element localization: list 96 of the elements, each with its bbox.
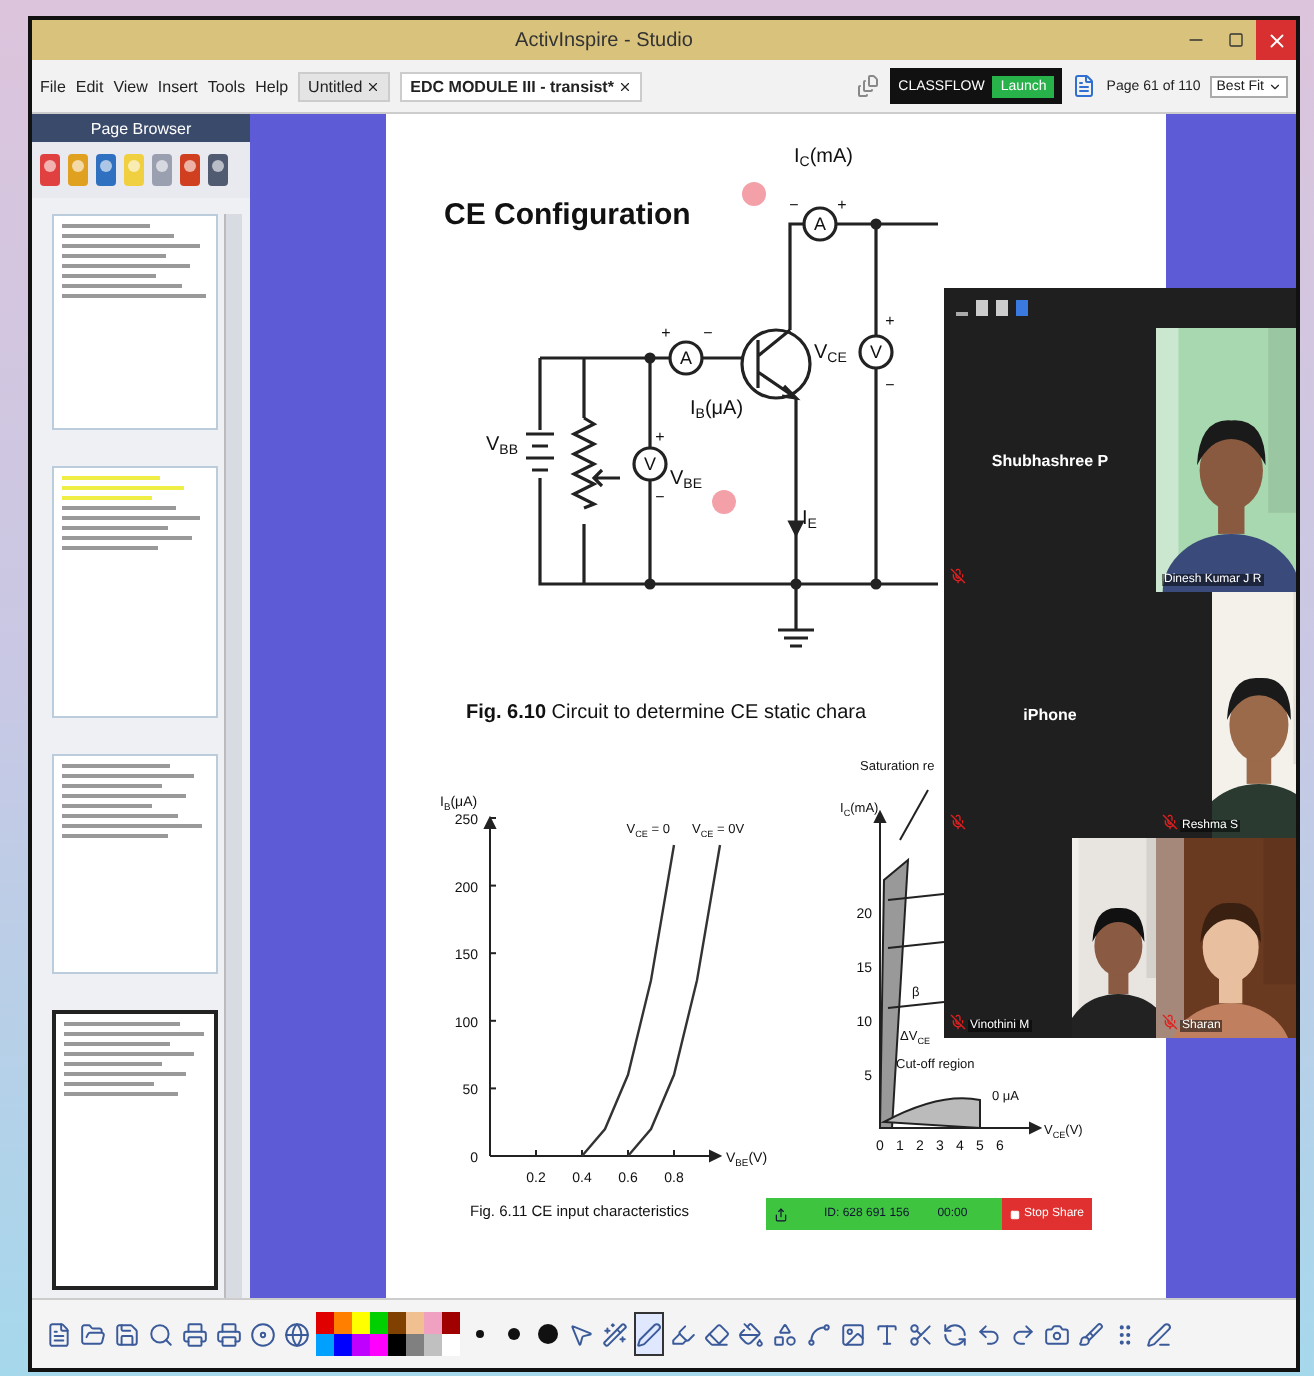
pointer-dot	[712, 490, 736, 514]
menu-item[interactable]: Insert	[157, 77, 198, 95]
pages-icon	[856, 74, 881, 98]
browser-tab-icon[interactable]	[178, 148, 202, 192]
meter-symbol: A	[680, 348, 692, 368]
circuit-label: V$_{BB}$	[486, 434, 519, 458]
polarity-sign: +	[661, 324, 671, 342]
scissors-icon	[908, 1321, 934, 1347]
printer-icon	[216, 1321, 242, 1347]
color-swatch[interactable]	[370, 1334, 388, 1356]
color-swatch[interactable]	[388, 1334, 406, 1356]
color-swatch[interactable]	[370, 1312, 388, 1334]
browser-tab-icon[interactable]	[38, 148, 62, 192]
circuit-label: I$_{E}$	[802, 508, 817, 532]
image-icon	[840, 1321, 866, 1347]
polarity-sign: +	[885, 312, 895, 330]
leader-line	[899, 789, 929, 841]
scrollbar[interactable]	[224, 214, 242, 1298]
wand-icon	[602, 1321, 628, 1347]
tool-button[interactable]	[634, 1312, 664, 1356]
polarity-sign: +	[655, 428, 665, 446]
close-button[interactable]	[1256, 20, 1296, 60]
menu-item[interactable]: Tools	[207, 77, 246, 95]
window-title: ActivInspire - Studio	[513, 29, 695, 51]
participant-name: iPhone	[1023, 706, 1077, 724]
document-tab[interactable]: Untitled	[298, 71, 391, 101]
color-swatch[interactable]	[388, 1312, 406, 1334]
caret-icon	[1268, 79, 1282, 93]
cut-off-region	[883, 1097, 981, 1129]
color-swatch[interactable]	[334, 1334, 352, 1356]
menu-item[interactable]: Edit	[75, 77, 104, 95]
eraser-icon	[704, 1321, 730, 1347]
menu-item[interactable]: File	[40, 77, 66, 95]
page-thumbnail[interactable]	[52, 1010, 218, 1290]
meter-symbol: V	[644, 454, 656, 474]
polarity-sign: −	[703, 324, 713, 342]
color-swatch[interactable]	[442, 1334, 460, 1356]
search-icon	[148, 1321, 174, 1347]
color-swatch[interactable]	[424, 1312, 442, 1334]
page-icon	[46, 1321, 72, 1347]
color-swatch[interactable]	[316, 1334, 334, 1356]
fill-icon	[738, 1321, 764, 1347]
pen-size-icon	[475, 1330, 483, 1338]
shapes-icon	[772, 1321, 798, 1347]
highlighter-icon	[670, 1321, 696, 1347]
color-swatch[interactable]	[406, 1334, 424, 1356]
close-icon	[366, 79, 381, 93]
stop-icon	[1009, 1209, 1020, 1219]
printer-icon	[182, 1321, 208, 1347]
figure-caption: Fig. 6.10 Circuit to determine CE static chara	[466, 702, 867, 724]
color-swatch[interactable]	[316, 1312, 334, 1334]
slide-title: CE Configuration	[444, 198, 691, 232]
text-tool-icon	[874, 1321, 900, 1347]
disc-icon	[250, 1321, 276, 1347]
circuit-label: I$_{C}$(mA)	[794, 146, 854, 170]
browser-tab-icon[interactable]	[206, 148, 230, 192]
browser-tab-icon[interactable]	[94, 148, 118, 192]
color-swatch[interactable]	[424, 1334, 442, 1356]
polarity-sign: −	[789, 196, 799, 214]
camera-icon	[1044, 1321, 1070, 1347]
close-icon	[1265, 29, 1287, 51]
polarity-sign: −	[885, 376, 895, 394]
circuit-label: V$_{BE}$	[670, 468, 703, 492]
menu-item[interactable]: View	[113, 77, 148, 95]
page-icon	[1072, 74, 1097, 98]
color-swatch[interactable]	[406, 1312, 424, 1334]
globe-icon	[284, 1321, 310, 1347]
document-tab[interactable]: EDC MODULE III - transist*	[400, 71, 642, 101]
color-swatch[interactable]	[352, 1334, 370, 1356]
menu-item[interactable]: Help	[255, 77, 289, 95]
polarity-sign: −	[655, 488, 665, 506]
redo-icon	[1010, 1321, 1036, 1347]
pointer-icon	[568, 1321, 594, 1347]
share-icon	[774, 1207, 788, 1221]
pen-icon	[636, 1321, 662, 1347]
color-swatch[interactable]	[442, 1312, 460, 1334]
meter-symbol: V	[870, 342, 882, 362]
connector-icon	[806, 1321, 832, 1347]
pointer-dot	[742, 182, 766, 206]
color-swatch[interactable]	[352, 1312, 370, 1334]
close-icon	[617, 79, 632, 93]
meter-symbol: A	[814, 214, 826, 234]
brush-icon	[1078, 1321, 1104, 1347]
circuit-label: I$_{B}$(μA)	[690, 398, 744, 422]
reset-icon	[942, 1321, 968, 1347]
page-browser-title: Page Browser	[32, 114, 250, 142]
save-icon	[114, 1321, 140, 1347]
participant-name: Shubhashree P	[991, 451, 1109, 469]
pen-size-icon	[507, 1328, 519, 1340]
pen-line-icon	[1146, 1321, 1172, 1347]
maximize-icon	[1228, 32, 1244, 48]
color-swatch[interactable]	[334, 1312, 352, 1334]
undo-icon	[976, 1321, 1002, 1347]
folder-icon	[80, 1321, 106, 1347]
polarity-sign: +	[837, 196, 847, 214]
circuit-label: V$_{CE}$	[814, 342, 847, 366]
